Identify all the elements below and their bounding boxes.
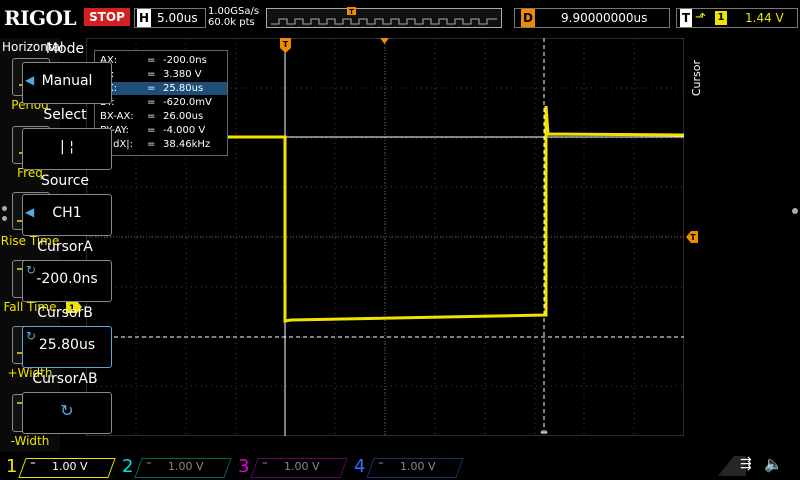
cursor-readout-equals: = [147, 97, 156, 108]
cursor-readout-value: 38.46kHz [163, 139, 211, 150]
cursor-a-value: -200.0ns [36, 271, 98, 287]
mode-title: Mode [45, 41, 85, 57]
channel-number: 4 [354, 456, 366, 477]
channel-4-indicator[interactable]: 4 ⁼ 1.00 V [352, 456, 464, 478]
coupling-icon: ⁼ [30, 458, 36, 471]
cursor-b-button[interactable]: ↻ 25.80us [22, 326, 112, 368]
cursor-readout-row: BY:=-620.0mV [95, 96, 227, 109]
run-stop-indicator[interactable]: STOP [84, 8, 130, 26]
select-value: | ¦ [60, 139, 74, 155]
cursor-readout-value: -4.000 V [163, 125, 206, 136]
cursor-readout-row: BX:=25.80us [95, 82, 227, 95]
cursor-readout-equals: = [147, 111, 156, 122]
svg-text:T: T [349, 8, 354, 16]
mode-value: Manual [41, 73, 93, 89]
rigol-logo: RIGOL [4, 6, 77, 30]
channel-3-indicator[interactable]: 3 ⁼ 1.00 V [236, 456, 348, 478]
mode-button[interactable]: ◀ Manual [22, 62, 112, 104]
left-page-dot-2 [2, 216, 7, 221]
coupling-icon: ⁼ [262, 458, 268, 471]
timebase-label: H [137, 9, 151, 27]
trigger-label: T [680, 9, 692, 27]
trigger-channel: 1 [715, 11, 727, 25]
delay-box[interactable]: D 9.90000000us [514, 8, 670, 28]
cursor-a-title: CursorA [37, 239, 93, 255]
usb-icon: ⇶ [740, 456, 752, 472]
cursor-ab-knob-icon: ↻ [60, 401, 74, 420]
sample-rate: 1.00GSa/s [208, 6, 260, 17]
cursor-readout-value: 25.80us [163, 83, 204, 94]
left-page-dot-1 [2, 206, 7, 211]
cursor-readout-row: BY-AY: = -4.000 V [95, 124, 227, 137]
delay-label: D [521, 9, 535, 27]
coupling-icon: ⁼ [146, 458, 152, 471]
menu-page-dot [792, 208, 798, 214]
trigger-box[interactable]: T ⬏ 1 1.44 V [676, 8, 798, 28]
timebase-box[interactable]: H 5.00us [134, 8, 206, 28]
cursor-menu [686, 38, 800, 452]
cursor-ab-button[interactable]: ↻ [22, 392, 112, 434]
cursor-readout-value: 26.00us [163, 111, 204, 122]
delay-value: 9.90000000us [561, 11, 648, 25]
cursor-readout-row: BX-AX: = 26.00us [95, 110, 227, 123]
channel-scale: 1.00 V [400, 460, 436, 473]
channel-number: 3 [238, 456, 250, 477]
timebase-value: 5.00us [157, 11, 198, 25]
memory-depth: 60.0k pts [208, 17, 255, 28]
trigger-edge-icon: ⬏ [695, 10, 706, 25]
channel-number: 1 [6, 456, 18, 477]
channel-2-indicator[interactable]: 2 ⁼ 1.00 V [120, 456, 232, 478]
memory-waveform-icon [271, 18, 497, 25]
source-button[interactable]: ◀ CH1 [22, 194, 112, 236]
trigger-position-icon: T [347, 7, 356, 16]
cursor-readout-row: AY:=3.380 V [95, 68, 227, 81]
cursor-readout-equals: = [147, 125, 156, 136]
cursor-a-button[interactable]: ↻ -200.0ns [22, 260, 112, 302]
select-title: Select [43, 107, 87, 123]
cursor-readout-table: AX:=-200.0nsAY:=3.380 VBX:=25.80usBY:=-6… [94, 50, 228, 156]
svg-text:T: T [283, 40, 289, 49]
cursor-readout-value: 3.380 V [163, 69, 202, 80]
select-button[interactable]: | ¦ [22, 128, 112, 170]
acquisition-info: 1.00GSa/s 60.0k pts [208, 6, 259, 28]
memory-overview-bar[interactable]: T [266, 7, 502, 28]
cursor-readout-equals: = [147, 139, 156, 150]
channel-scale: 1.00 V [284, 460, 320, 473]
channel-scale: 1.00 V [168, 460, 204, 473]
source-value: CH1 [52, 205, 82, 221]
cursor-ab-title: CursorAB [32, 371, 98, 387]
coupling-icon: ⁼ [378, 458, 384, 471]
delay-center-marker [380, 38, 389, 44]
cursor-b-bottom-icon[interactable]: ↔ [540, 428, 548, 436]
channel-1-indicator[interactable]: 1 ⁼ 1.00 V [4, 456, 116, 478]
trigger-position-marker[interactable]: T [280, 38, 292, 54]
cursor-b-value: 25.80us [38, 337, 96, 353]
cursor-readout-value: -620.0mV [163, 97, 212, 108]
cursor-readout-equals: = [147, 83, 156, 94]
cursor-readout-row: 1/|dX|: = 38.46kHz [95, 138, 227, 151]
cursor-readout-equals: = [147, 69, 156, 80]
minus-width-label: -Width [10, 434, 50, 448]
cursor-readout-equals: = [147, 55, 156, 66]
channel-number: 2 [122, 456, 134, 477]
trigger-level: 1.44 V [745, 11, 784, 25]
mute-icon[interactable]: 🔈 [764, 455, 783, 473]
cursor-menu-label: Cursor [690, 60, 703, 97]
cursor-b-title: CursorB [37, 305, 93, 321]
channel-scale: 1.00 V [52, 460, 88, 473]
cursor-readout-row: AX: = -200.0ns [95, 54, 227, 67]
source-title: Source [40, 173, 90, 189]
cursor-readout-value: -200.0ns [163, 55, 207, 66]
